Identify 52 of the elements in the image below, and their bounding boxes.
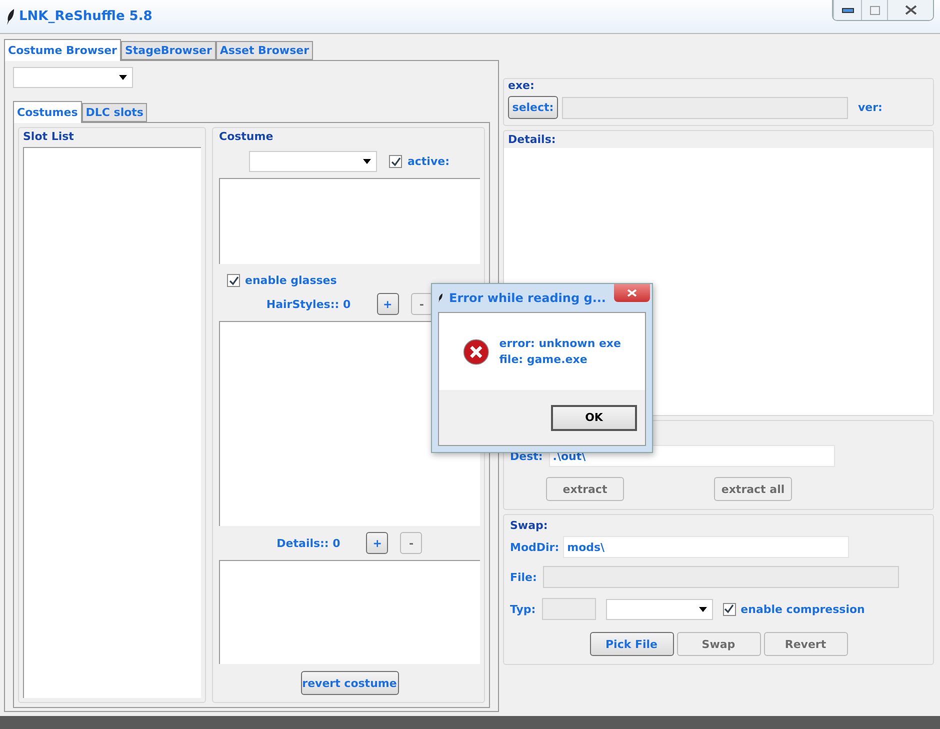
version-label: ver: — [858, 101, 882, 114]
checkbox-label: active: — [407, 155, 450, 168]
dropdown-caret-icon — [363, 159, 372, 164]
field-label: File: — [510, 570, 537, 584]
group-title: Details: — [508, 133, 557, 146]
add-button[interactable]: + — [376, 293, 399, 315]
close-icon — [904, 5, 916, 15]
checkbox[interactable] — [389, 155, 402, 168]
group-title: Slot List — [23, 130, 75, 143]
field-label: Typ: — [510, 602, 536, 616]
group-title: Swap: — [510, 519, 549, 532]
hairstyles-count: HairStyles:: 0 — [266, 298, 351, 310]
error-message: file: game.exe — [499, 353, 588, 366]
tab[interactable]: StageBrowser — [120, 41, 216, 60]
group-title: exe: — [508, 79, 536, 92]
checkbox-label: enable glasses — [245, 274, 337, 287]
field-label: ModDir: — [510, 540, 560, 554]
type-field[interactable] — [542, 598, 596, 620]
close-button[interactable] — [614, 284, 650, 302]
tab[interactable]: Asset Browser — [216, 41, 314, 60]
minimize-icon — [842, 8, 854, 12]
dropdown-caret-icon — [119, 75, 127, 80]
tab[interactable]: DLC slots — [82, 103, 148, 122]
moddir-field[interactable]: mods\ — [563, 536, 850, 558]
dropdown[interactable] — [606, 598, 713, 620]
tab[interactable]: Costume Browser — [4, 39, 121, 61]
dropdown[interactable] — [249, 151, 378, 172]
feather-icon — [6, 8, 15, 24]
details-list[interactable] — [219, 560, 480, 664]
close-button[interactable] — [887, 0, 933, 20]
maximize-icon — [870, 6, 880, 14]
details-count: Details:: 0 — [276, 536, 340, 550]
dropdown[interactable] — [13, 67, 133, 88]
costume-list[interactable] — [219, 178, 480, 264]
exe-path-field[interactable] — [562, 96, 848, 118]
error-message: error: unknown exe — [499, 337, 621, 350]
ok-button[interactable]: OK — [551, 404, 637, 430]
minimize-button[interactable] — [833, 0, 861, 20]
dropdown-caret-icon — [698, 606, 707, 612]
swap-panel-button[interactable]: Pick File — [590, 632, 674, 656]
tab[interactable]: Costumes — [13, 101, 82, 123]
select-button[interactable]: select: — [508, 96, 558, 119]
group-title: Costume — [219, 130, 274, 143]
revert-costume-button[interactable]: revert costume — [300, 671, 398, 695]
checkbox[interactable] — [227, 274, 240, 287]
add-button[interactable]: + — [366, 532, 388, 554]
dialog-title: Error while reading g... — [449, 291, 606, 305]
window-title: LNK_ReShuffle 5.8 — [19, 9, 154, 24]
checkbox[interactable] — [722, 602, 736, 616]
close-icon — [627, 289, 637, 297]
checkbox-label: enable compression — [740, 602, 865, 616]
file-field[interactable] — [542, 566, 899, 588]
